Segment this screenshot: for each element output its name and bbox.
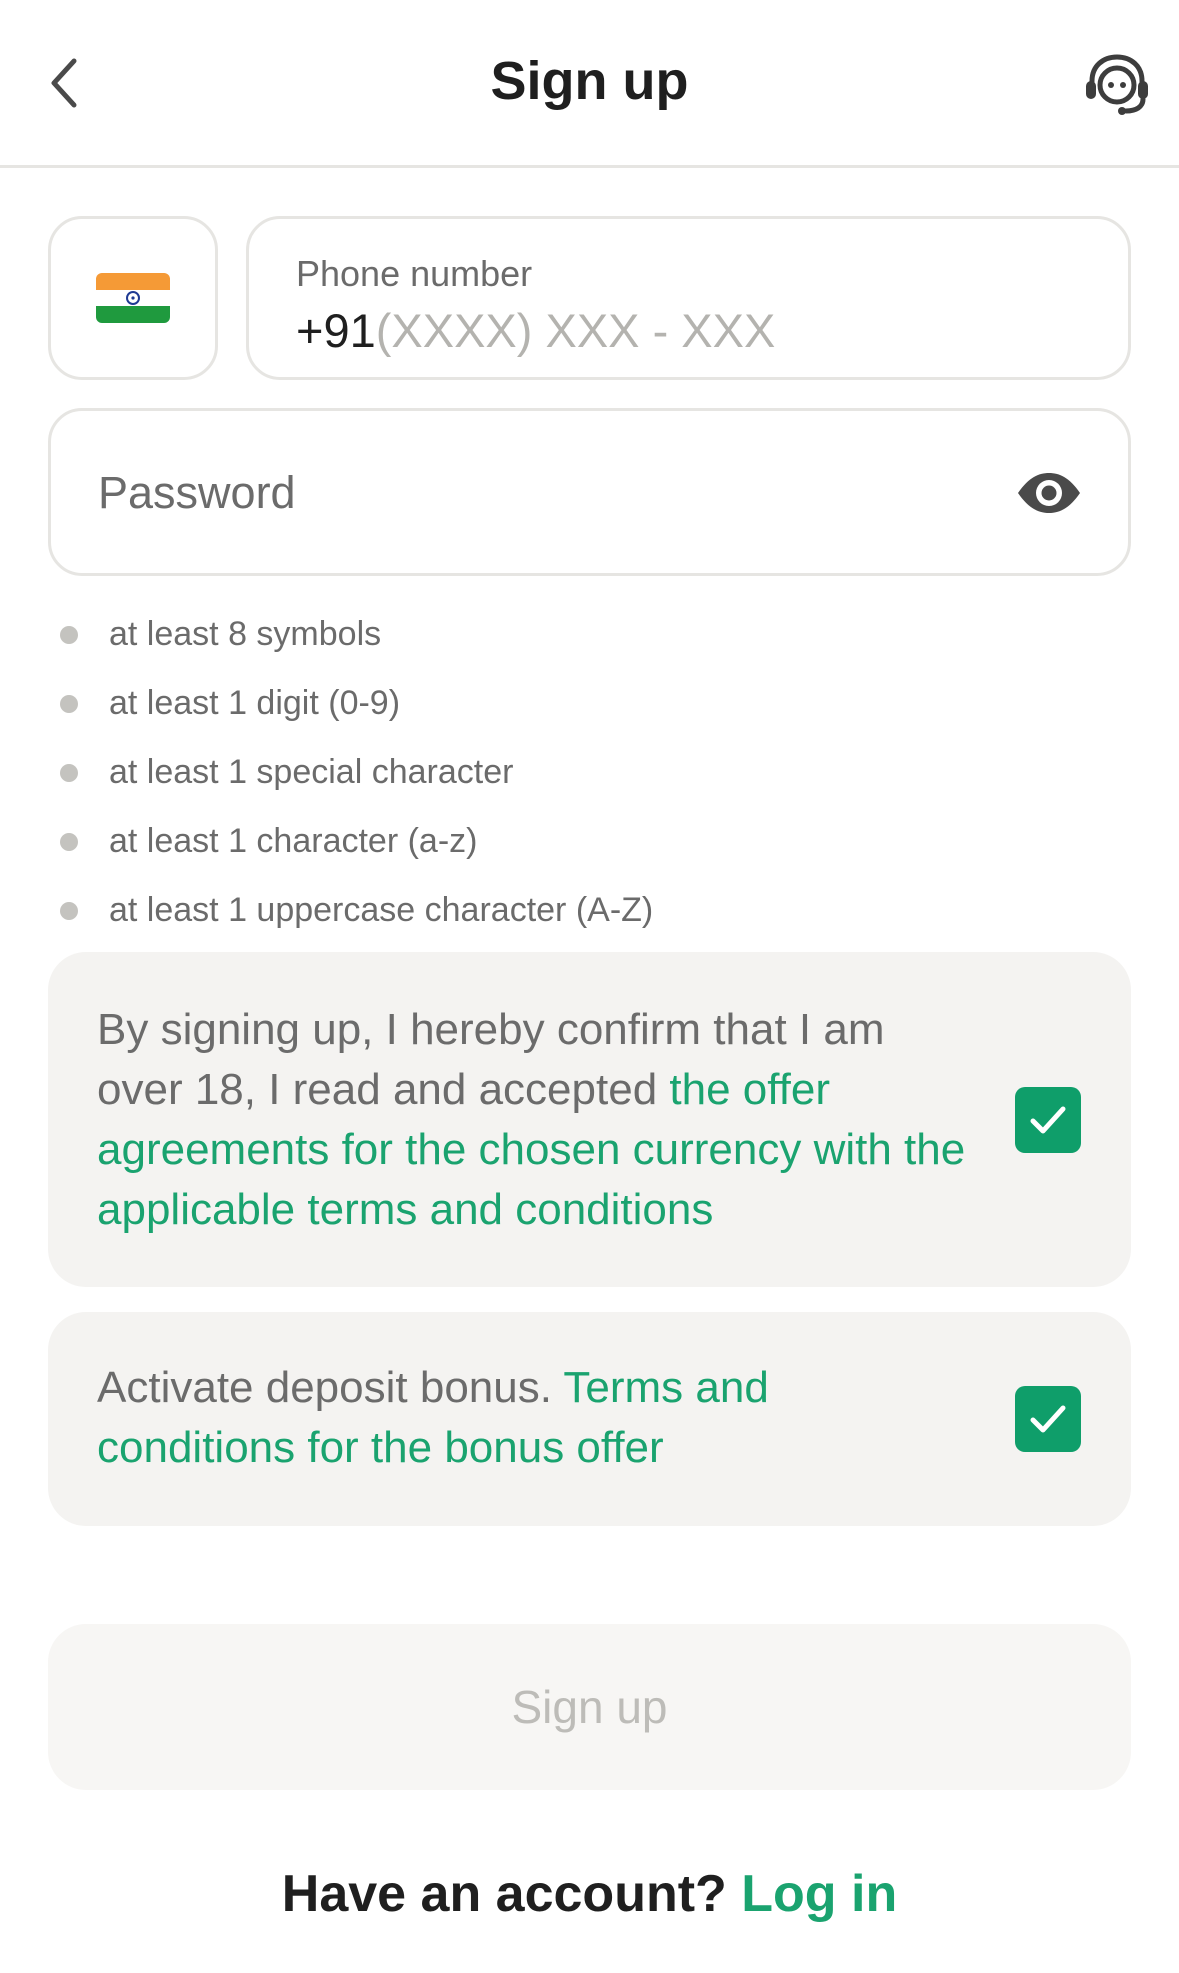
eye-icon [1018, 473, 1080, 513]
password-requirement: at least 1 character (a-z) [60, 807, 653, 876]
terms-consent-text: By signing up, I hereby confirm that I a… [97, 1000, 977, 1240]
sign-up-screen: Sign up Phone number +91(XXXX) XXX - XXX… [0, 0, 1179, 1973]
password-requirement: at least 1 uppercase character (A-Z) [60, 876, 653, 945]
page-title: Sign up [490, 51, 689, 111]
deposit-bonus-text: Activate deposit bonus. Terms and condit… [97, 1358, 977, 1478]
password-placeholder: Password [98, 467, 296, 518]
top-bar: Sign up [0, 0, 1179, 168]
have-account-text: Have an account? [281, 1865, 727, 1923]
login-prompt: Have an account? Log in [0, 1862, 1179, 1926]
log-in-link[interactable]: Log in [741, 1865, 897, 1923]
terms-consent-card: By signing up, I hereby confirm that I a… [48, 952, 1131, 1287]
toggle-password-visibility-button[interactable] [1014, 463, 1084, 523]
support-button[interactable] [1077, 46, 1157, 122]
phone-number-label: Phone number [296, 253, 533, 294]
sign-up-button[interactable]: Sign up [48, 1624, 1131, 1790]
password-requirement-text: at least 1 digit (0-9) [109, 684, 401, 722]
password-requirement: at least 8 symbols [60, 600, 653, 669]
password-requirement: at least 1 special character [60, 738, 653, 807]
bullet-dot-icon [60, 763, 78, 782]
bullet-dot-icon [60, 832, 78, 851]
password-requirement-text: at least 1 special character [109, 753, 514, 791]
terms-consent-checkbox[interactable] [1015, 1087, 1081, 1153]
deposit-bonus-checkbox[interactable] [1015, 1386, 1081, 1452]
password-field[interactable]: Password [48, 408, 1131, 576]
bullet-dot-icon [60, 625, 78, 644]
password-requirement: at least 1 digit (0-9) [60, 669, 653, 738]
india-flag-icon [96, 273, 170, 323]
bullet-dot-icon [60, 694, 78, 713]
phone-country-prefix: +91 [296, 304, 376, 357]
password-requirements-list: at least 8 symbols at least 1 digit (0-9… [60, 600, 653, 945]
checkmark-icon [1030, 1405, 1066, 1433]
deposit-bonus-card: Activate deposit bonus. Terms and condit… [48, 1312, 1131, 1526]
phone-number-placeholder: (XXXX) XXX - XXX [375, 304, 776, 357]
phone-number-input[interactable]: +91(XXXX) XXX - XXX [296, 303, 775, 358]
deposit-bonus-prefix: Activate deposit bonus. [97, 1363, 564, 1412]
phone-number-field[interactable]: Phone number +91(XXXX) XXX - XXX [246, 216, 1131, 380]
password-requirement-text: at least 1 uppercase character (A-Z) [109, 891, 654, 929]
headset-support-icon [1086, 54, 1148, 115]
bullet-dot-icon [60, 901, 78, 920]
checkmark-icon [1030, 1106, 1066, 1134]
password-requirement-text: at least 8 symbols [109, 615, 382, 653]
country-code-selector[interactable] [48, 216, 218, 380]
password-requirement-text: at least 1 character (a-z) [109, 822, 478, 860]
